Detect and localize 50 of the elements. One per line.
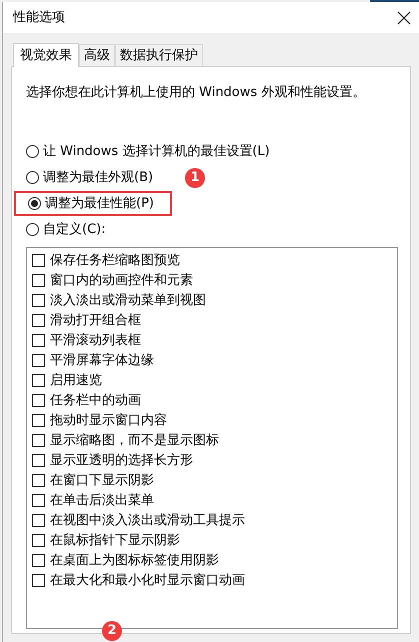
effect-checkbox-row[interactable]: 窗口内的动画控件和元素 xyxy=(32,270,193,290)
effect-checkbox-row[interactable]: 平滑滚动列表框 xyxy=(32,330,141,350)
tab[interactable]: 数据执行保护 xyxy=(115,44,203,66)
effect-checkbox-row[interactable]: 在视图中淡入淡出或滑动工具提示 xyxy=(32,510,245,530)
radio-option[interactable]: 调整为最佳外观(B) xyxy=(26,168,154,188)
description-text: 选择你想在此计算机上使用的 Windows 外观和性能设置。 xyxy=(26,84,366,102)
checkbox[interactable] xyxy=(32,374,45,387)
checkbox[interactable] xyxy=(32,254,45,267)
effect-checkbox-row[interactable]: 启用速览 xyxy=(32,370,102,390)
checkbox[interactable] xyxy=(32,494,45,507)
window-title: 性能选项 xyxy=(13,8,65,27)
effect-checkbox-row[interactable]: 任务栏中的动画 xyxy=(32,390,141,410)
radio-button[interactable] xyxy=(26,223,39,236)
checkbox[interactable] xyxy=(32,434,45,447)
checkbox[interactable] xyxy=(32,474,45,487)
checkbox[interactable] xyxy=(32,274,45,287)
radio-option[interactable]: 让 Windows 选择计算机的最佳设置(L) xyxy=(26,142,270,162)
checkbox[interactable] xyxy=(32,534,45,547)
checkbox[interactable] xyxy=(32,554,45,567)
effect-checkbox-row[interactable]: 在窗口下显示阴影 xyxy=(32,470,154,490)
tab[interactable]: 视觉效果 xyxy=(13,43,79,67)
checkbox[interactable] xyxy=(32,294,45,307)
checkbox[interactable] xyxy=(32,574,45,587)
checkbox[interactable] xyxy=(32,514,45,527)
close-icon[interactable] xyxy=(397,10,411,24)
effect-checkbox-row[interactable]: 拖动时显示窗口内容 xyxy=(32,410,167,430)
effect-checkbox-row[interactable]: 在桌面上为图标标签使用阴影 xyxy=(32,550,219,570)
radio-button[interactable] xyxy=(28,197,41,210)
checkbox[interactable] xyxy=(32,414,45,427)
effect-checkbox-row[interactable]: 在最大化和最小化时显示窗口动画 xyxy=(32,570,245,590)
effect-checkbox-row[interactable]: 在单击后淡出菜单 xyxy=(32,490,154,510)
step-badge: 2 xyxy=(102,621,122,641)
checkbox[interactable] xyxy=(32,354,45,367)
effect-checkbox-row[interactable]: 显示亚透明的选择长方形 xyxy=(32,450,193,470)
checkbox[interactable] xyxy=(32,314,45,327)
checkbox[interactable] xyxy=(32,334,45,347)
effect-checkbox-row[interactable]: 淡入淡出或滑动菜单到视图 xyxy=(32,290,206,310)
effect-checkbox-row[interactable]: 显示缩略图，而不是显示图标 xyxy=(32,430,219,450)
radio-option[interactable]: 自定义(C): xyxy=(26,220,106,240)
effect-checkbox-row[interactable]: 保存任务栏缩略图预览 xyxy=(32,250,180,270)
radio-button[interactable] xyxy=(26,145,39,158)
checkbox[interactable] xyxy=(32,394,45,407)
checkbox[interactable] xyxy=(32,454,45,467)
radio-button[interactable] xyxy=(26,171,39,184)
effect-checkbox-row[interactable]: 滑动打开组合框 xyxy=(32,310,141,330)
tab[interactable]: 高级 xyxy=(79,44,115,66)
effect-checkbox-row[interactable]: 平滑屏幕字体边缘 xyxy=(32,350,154,370)
effect-checkbox-row[interactable]: 在鼠标指针下显示阴影 xyxy=(32,530,180,550)
step-badge: 1 xyxy=(185,168,206,188)
radio-option[interactable]: 调整为最佳性能(P) xyxy=(14,191,172,216)
